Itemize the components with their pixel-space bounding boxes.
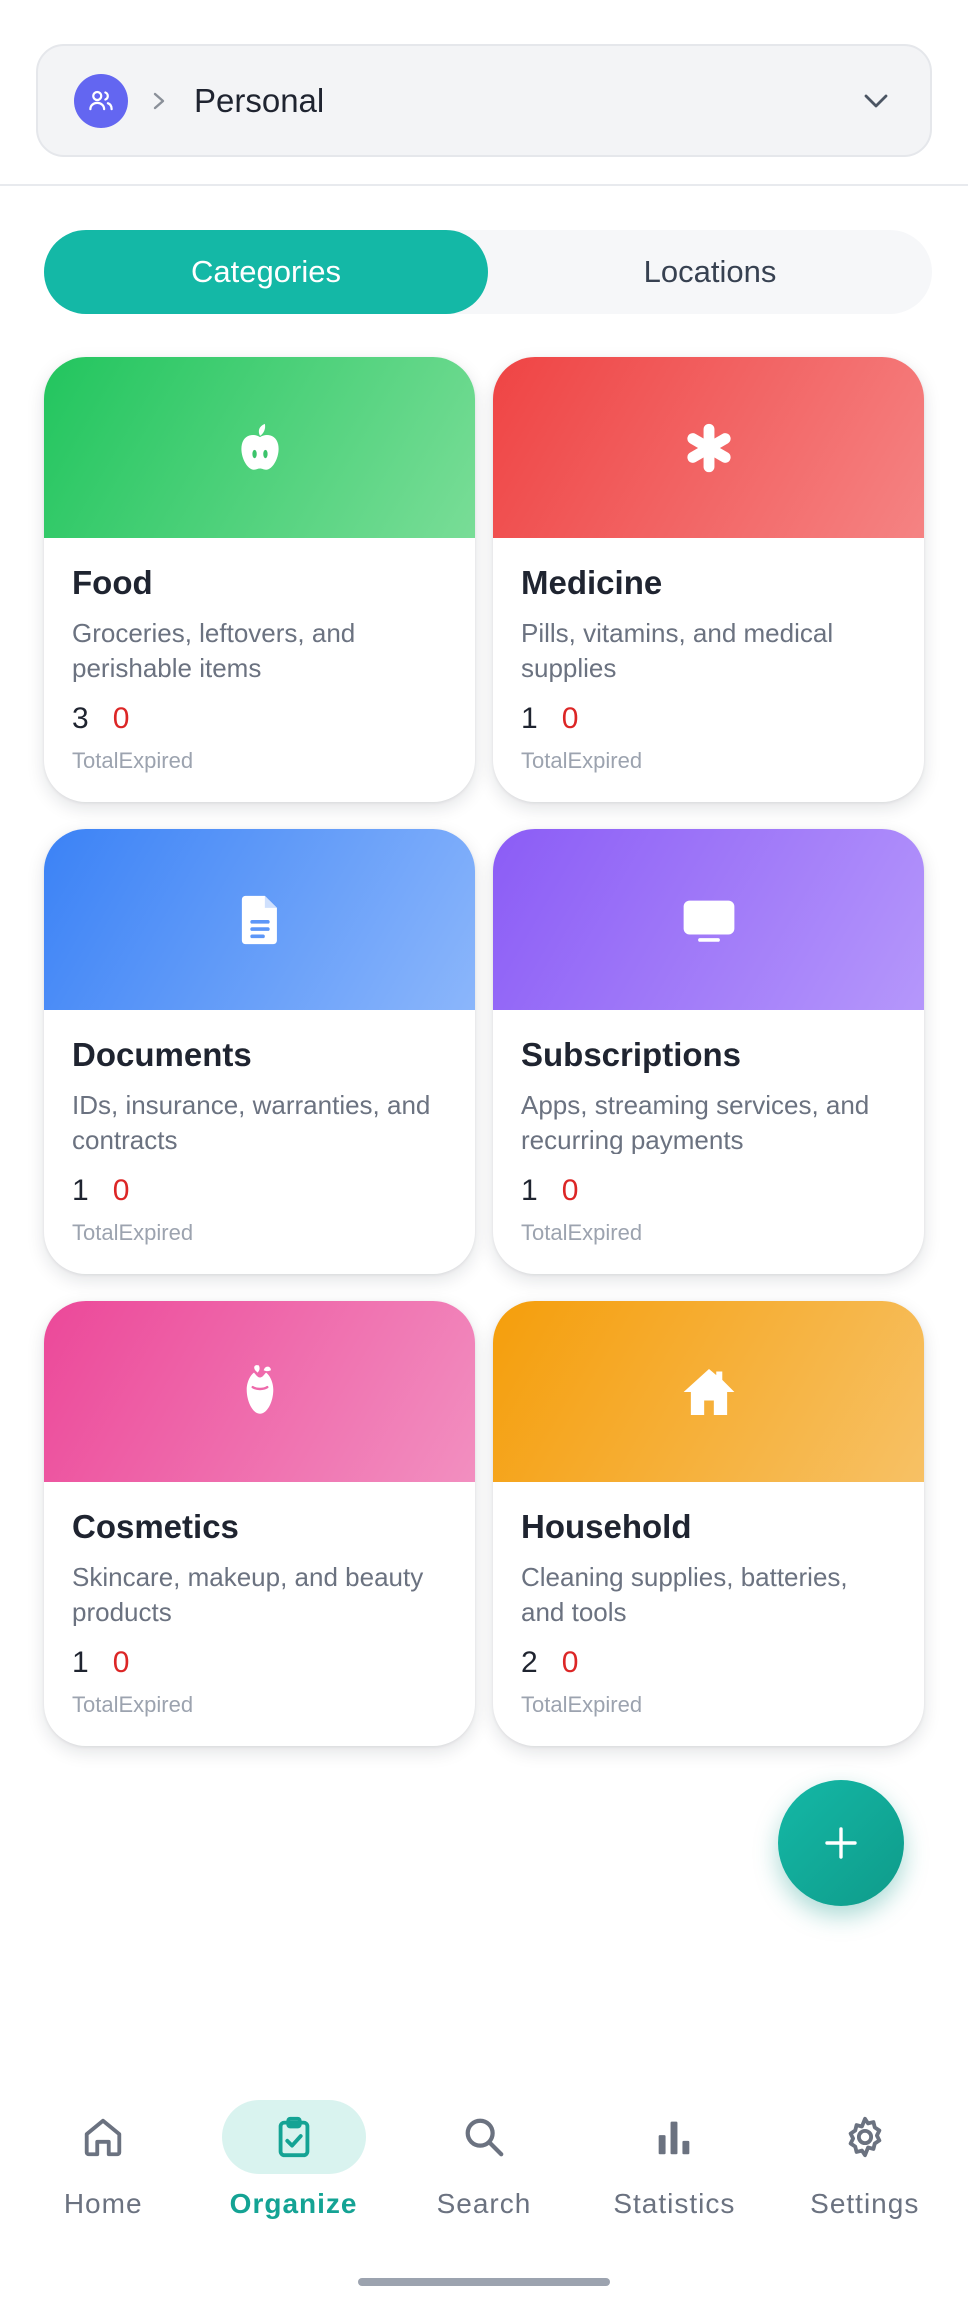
nav-item-organize[interactable]: Organize — [199, 2100, 389, 2250]
tab-locations[interactable]: Locations — [488, 230, 932, 314]
chevron-down-icon[interactable] — [858, 83, 894, 119]
expired-label: Expired — [118, 1692, 194, 1717]
expired-count: 0 — [112, 702, 130, 735]
apple-icon — [240, 423, 279, 470]
expired-count: 0 — [561, 1646, 579, 1679]
chevron-right-icon — [150, 90, 172, 112]
card-description: Groceries, leftovers, and perishable ite… — [72, 618, 356, 682]
category-card-cosmetics[interactable]: Cosmetics Skincare, makeup, and beauty p… — [44, 1301, 475, 1746]
users-icon — [74, 73, 128, 128]
card-banner — [493, 829, 924, 1010]
card-description: Apps, streaming services, and recurring … — [521, 1090, 870, 1154]
card-description: Cleaning supplies, batteries, and tools — [521, 1562, 848, 1626]
expired-count: 0 — [112, 1646, 130, 1679]
nav-label: Settings — [810, 2188, 920, 2219]
expired-count: 0 — [561, 1174, 579, 1207]
card-title: Documents — [72, 1036, 252, 1073]
nav-label: Home — [63, 2188, 143, 2219]
add-category-button[interactable] — [778, 1780, 904, 1906]
total-count: 1 — [72, 1646, 89, 1679]
card-banner — [493, 1301, 924, 1482]
nav-label: Search — [436, 2188, 532, 2219]
total-label: Total — [521, 1692, 568, 1717]
total-count: 2 — [521, 1646, 538, 1679]
expired-count: 0 — [561, 702, 579, 735]
bottom-navigation: Home Organize Search Statistics Settings — [0, 2100, 968, 2250]
category-card-subscriptions[interactable]: Subscriptions Apps, streaming services, … — [493, 829, 924, 1274]
expired-label: Expired — [567, 1692, 643, 1717]
bar-chart-icon — [659, 2121, 690, 2155]
category-card-household[interactable]: Household Cleaning supplies, batteries, … — [493, 1301, 924, 1746]
view-toggle: Categories Locations — [44, 230, 932, 314]
gear-icon — [848, 2116, 882, 2158]
category-card-documents[interactable]: Documents IDs, insurance, warranties, an… — [44, 829, 475, 1274]
total-count: 3 — [72, 702, 89, 735]
total-count: 1 — [521, 702, 538, 735]
space-name: Personal — [194, 81, 325, 119]
header-divider — [0, 184, 968, 186]
card-banner — [493, 357, 924, 538]
card-title: Subscriptions — [521, 1036, 742, 1073]
total-label: Total — [521, 1220, 568, 1245]
home-indicator — [358, 2278, 610, 2286]
category-card-medicine[interactable]: Medicine Pills, vitamins, and medical su… — [493, 357, 924, 802]
nav-item-search[interactable]: Search — [389, 2100, 579, 2250]
total-count: 1 — [72, 1174, 89, 1207]
card-description: Skincare, makeup, and beauty products — [72, 1562, 424, 1626]
nav-label: Statistics — [613, 2188, 736, 2219]
total-label: Total — [72, 1220, 119, 1245]
card-title: Food — [72, 564, 153, 601]
category-card-food[interactable]: Food Groceries, leftovers, and perishabl… — [44, 357, 475, 802]
house-icon — [683, 1368, 734, 1415]
total-label: Total — [521, 748, 568, 773]
card-description: IDs, insurance, warranties, and contract… — [72, 1090, 431, 1154]
document-icon — [241, 895, 277, 944]
total-count: 1 — [521, 1174, 538, 1207]
expired-label: Expired — [118, 748, 194, 773]
expired-label: Expired — [567, 1220, 643, 1245]
expired-label: Expired — [567, 748, 643, 773]
tab-categories[interactable]: Categories — [44, 230, 488, 314]
card-title: Cosmetics — [72, 1508, 239, 1545]
nav-label: Organize — [229, 2188, 358, 2219]
card-title: Medicine — [521, 564, 663, 601]
nav-item-statistics[interactable]: Statistics — [579, 2100, 769, 2250]
expired-count: 0 — [112, 1174, 130, 1207]
search-icon — [465, 2118, 504, 2157]
home-icon — [84, 2118, 122, 2157]
organize-screen: Personal Categories Locations Food Groce… — [0, 0, 968, 2298]
total-label: Total — [72, 748, 119, 773]
nav-item-home[interactable]: Home — [8, 2100, 198, 2250]
asterisk-icon — [686, 423, 731, 472]
total-label: Total — [72, 1692, 119, 1717]
card-description: Pills, vitamins, and medical supplies — [521, 618, 834, 682]
rose-icon — [246, 1364, 273, 1414]
clipboard-check-icon — [278, 2116, 309, 2158]
expired-label: Expired — [118, 1220, 194, 1245]
space-selector[interactable]: Personal — [36, 44, 932, 157]
card-banner — [44, 357, 475, 538]
card-banner — [44, 1301, 475, 1482]
plus-icon — [825, 1827, 857, 1859]
nav-item-settings[interactable]: Settings — [770, 2100, 960, 2250]
card-title: Household — [521, 1508, 692, 1545]
tv-icon — [683, 900, 734, 942]
card-banner — [44, 829, 475, 1010]
